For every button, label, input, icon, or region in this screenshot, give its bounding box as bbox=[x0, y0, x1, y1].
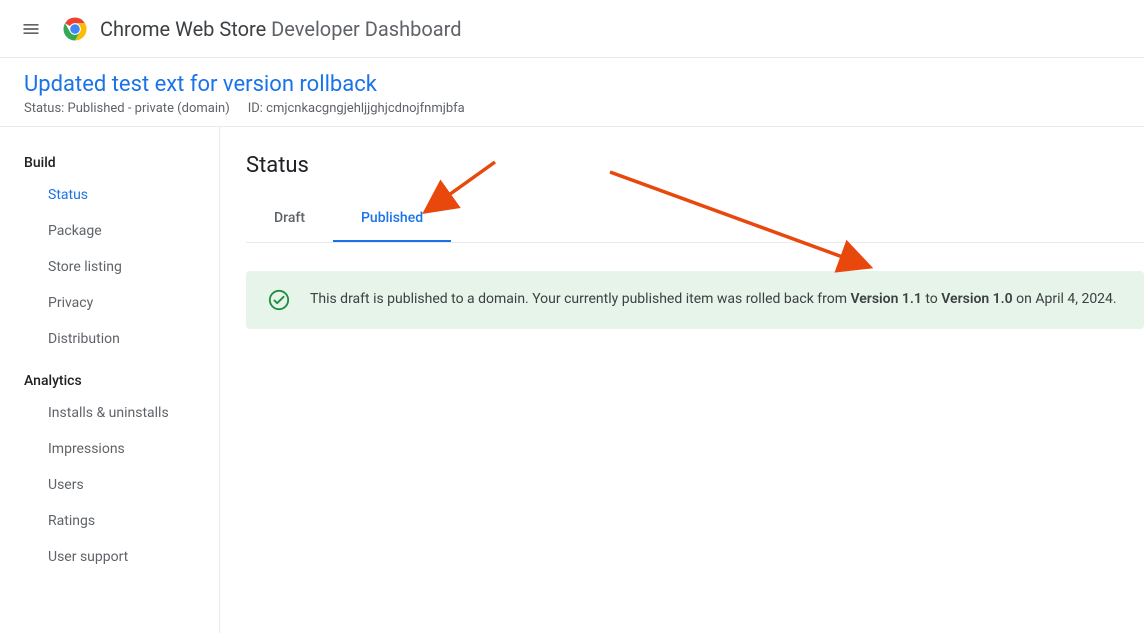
topbar: Chrome Web Store Developer Dashboard bbox=[0, 0, 1144, 58]
sidebar-item-impressions[interactable]: Impressions bbox=[0, 431, 219, 467]
sidebar-section-build: Build bbox=[0, 149, 219, 177]
tab-published[interactable]: Published bbox=[333, 196, 451, 242]
sidebar-item-installs[interactable]: Installs & uninstalls bbox=[0, 395, 219, 431]
content-wrapper: Build Status Package Store listing Priva… bbox=[0, 127, 1144, 633]
banner-version-from: Version 1.1 bbox=[850, 291, 921, 307]
sidebar-item-store-listing[interactable]: Store listing bbox=[0, 249, 219, 285]
item-meta: Status: Published - private (domain) ID:… bbox=[24, 101, 1120, 116]
status-banner: This draft is published to a domain. You… bbox=[246, 271, 1144, 329]
check-circle-icon bbox=[268, 289, 290, 311]
app-title-primary: Chrome Web Store bbox=[100, 17, 266, 41]
sidebar-item-user-support[interactable]: User support bbox=[0, 539, 219, 575]
page-title: Status bbox=[246, 153, 1144, 178]
sidebar-item-distribution[interactable]: Distribution bbox=[0, 321, 219, 357]
tabs: Draft Published bbox=[246, 196, 1144, 243]
banner-suffix: on April 4, 2024. bbox=[1013, 291, 1117, 307]
banner-version-to: Version 1.0 bbox=[941, 291, 1012, 307]
app-title: Chrome Web Store Developer Dashboard bbox=[100, 17, 462, 41]
item-title-link[interactable]: Updated test ext for version rollback bbox=[24, 72, 1120, 97]
chrome-logo-icon bbox=[62, 16, 88, 42]
sidebar-section-analytics: Analytics bbox=[0, 367, 219, 395]
sidebar-item-status[interactable]: Status bbox=[0, 177, 219, 213]
sidebar-item-package[interactable]: Package bbox=[0, 213, 219, 249]
sidebar: Build Status Package Store listing Priva… bbox=[0, 127, 220, 633]
sidebar-item-users[interactable]: Users bbox=[0, 467, 219, 503]
sidebar-item-ratings[interactable]: Ratings bbox=[0, 503, 219, 539]
banner-prefix: This draft is published to a domain. You… bbox=[310, 291, 850, 307]
item-status-label: Status: Published - private (domain) bbox=[24, 101, 230, 116]
banner-text: This draft is published to a domain. You… bbox=[310, 290, 1117, 310]
banner-middle: to bbox=[922, 291, 941, 307]
main-panel: Status Draft Published This draft is pub… bbox=[220, 127, 1144, 633]
hamburger-icon bbox=[21, 19, 41, 39]
hamburger-menu-button[interactable] bbox=[12, 10, 50, 48]
item-header: Updated test ext for version rollback St… bbox=[0, 58, 1144, 127]
sidebar-item-privacy[interactable]: Privacy bbox=[0, 285, 219, 321]
item-id-label: ID: cmjcnkacgngjehljjghjcdnojfnmjbfa bbox=[248, 101, 465, 116]
tab-draft[interactable]: Draft bbox=[246, 196, 333, 242]
app-title-secondary: Developer Dashboard bbox=[271, 17, 461, 41]
